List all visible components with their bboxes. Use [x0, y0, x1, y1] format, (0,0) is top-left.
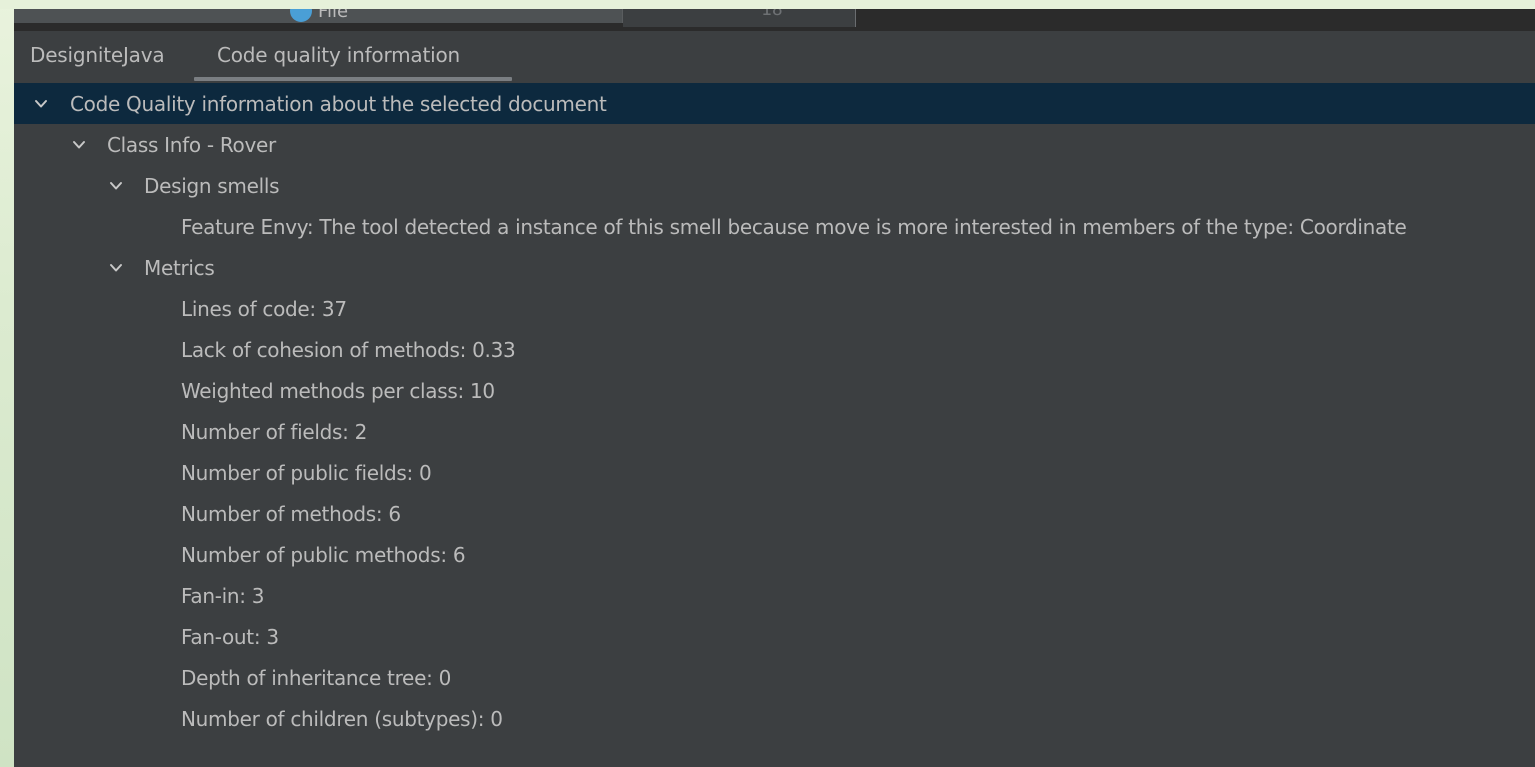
tree-leaf-metric[interactable]: Lack of cohesion of methods: 0.33 — [14, 329, 1535, 370]
metric-public-methods: Number of public methods: 6 — [181, 542, 466, 567]
tree-node-root-label: Code Quality information about the selec… — [70, 91, 607, 116]
tree-leaf-metric[interactable]: Number of children (subtypes): 0 — [14, 698, 1535, 739]
tree-leaf-metric[interactable]: Depth of inheritance tree: 0 — [14, 657, 1535, 698]
metric-fan-in: Fan-in: 3 — [181, 583, 265, 608]
file-entry-label: File — [318, 9, 349, 22]
chevron-down-icon[interactable] — [109, 261, 123, 275]
tree-node-design-smells-label: Design smells — [144, 173, 280, 198]
tree-leaf-metric[interactable]: Number of public fields: 0 — [14, 452, 1535, 493]
tool-window-tabbar: DesigniteJava Code quality information — [14, 31, 1535, 83]
metric-lack-of-cohesion: Lack of cohesion of methods: 0.33 — [181, 337, 516, 362]
line-number: 18 — [761, 9, 783, 20]
tree-node-design-smells[interactable]: Design smells — [14, 165, 1535, 206]
metric-number-of-fields: Number of fields: 2 — [181, 419, 368, 444]
tree-leaf-design-smell[interactable]: Feature Envy: The tool detected a instan… — [14, 206, 1535, 247]
tab-code-quality-information[interactable]: Code quality information — [217, 43, 460, 67]
chevron-down-icon[interactable] — [72, 138, 86, 152]
metric-public-fields: Number of public fields: 0 — [181, 460, 432, 485]
editor-remnant-strip: File 18 — [14, 9, 1535, 31]
code-quality-tree: Code Quality information about the selec… — [14, 83, 1535, 767]
tree-leaf-metric[interactable]: Lines of code: 37 — [14, 288, 1535, 329]
tree-node-class-info[interactable]: Class Info - Rover — [14, 124, 1535, 165]
tree-node-metrics[interactable]: Metrics — [14, 247, 1535, 288]
metric-fan-out: Fan-out: 3 — [181, 624, 279, 649]
tree-leaf-metric[interactable]: Fan-in: 3 — [14, 575, 1535, 616]
tree-leaf-metric[interactable]: Number of methods: 6 — [14, 493, 1535, 534]
ide-tool-window: File 18 DesigniteJava Code quality infor… — [14, 9, 1535, 767]
active-tab-indicator — [194, 77, 512, 81]
file-type-icon — [290, 9, 312, 22]
tree-node-class-info-label: Class Info - Rover — [107, 132, 276, 157]
chevron-down-icon[interactable] — [34, 97, 48, 111]
tab-designitejava[interactable]: DesigniteJava — [30, 43, 165, 67]
desktop-background-top — [0, 0, 1535, 9]
file-entry[interactable]: File — [290, 9, 348, 22]
chevron-down-icon[interactable] — [109, 179, 123, 193]
metric-number-of-children: Number of children (subtypes): 0 — [181, 706, 503, 731]
tree-node-metrics-label: Metrics — [144, 255, 215, 280]
metric-lines-of-code: Lines of code: 37 — [181, 296, 347, 321]
metric-weighted-methods: Weighted methods per class: 10 — [181, 378, 495, 403]
tree-leaf-metric[interactable]: Weighted methods per class: 10 — [14, 370, 1535, 411]
tree-leaf-metric[interactable]: Fan-out: 3 — [14, 616, 1535, 657]
editor-cell-secondary — [623, 9, 856, 27]
tree-leaf-metric[interactable]: Number of public methods: 6 — [14, 534, 1535, 575]
tree-node-root[interactable]: Code Quality information about the selec… — [14, 83, 1535, 124]
metric-number-of-methods: Number of methods: 6 — [181, 501, 401, 526]
tree-leaf-metric[interactable]: Number of fields: 2 — [14, 411, 1535, 452]
design-smell-text: Feature Envy: The tool detected a instan… — [181, 214, 1407, 239]
metric-depth-of-inheritance: Depth of inheritance tree: 0 — [181, 665, 451, 690]
